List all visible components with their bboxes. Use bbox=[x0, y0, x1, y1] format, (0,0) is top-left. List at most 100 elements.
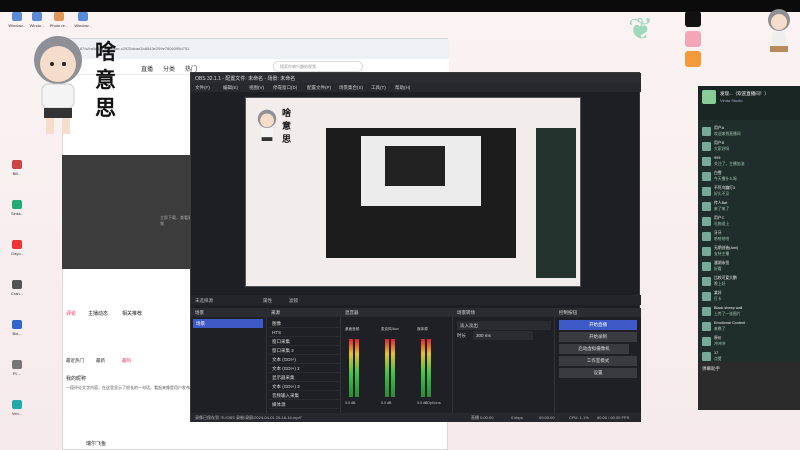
studio-mode-button[interactable]: 工作室模式 bbox=[559, 356, 637, 366]
chat-message: 999 关注了，主播加油 bbox=[702, 156, 798, 169]
dock-sources-title: 来源 bbox=[271, 310, 280, 315]
filters-button[interactable]: 滤镜 bbox=[289, 298, 298, 304]
mixer-db: 0.0 dB bbox=[381, 401, 392, 405]
nav-live[interactable]: 直播 bbox=[141, 64, 153, 73]
tab-comments[interactable]: 评论 bbox=[66, 310, 76, 317]
avatar bbox=[702, 172, 711, 181]
avatar bbox=[702, 292, 711, 301]
fps-readout: 60.00 / 60.00 FPS bbox=[597, 415, 630, 420]
scenes-dock: 场景 bbox=[191, 317, 267, 413]
menu-edit[interactable]: 编辑(E) bbox=[223, 85, 238, 91]
mixer-channel: 媒体源 0.0 dB bbox=[417, 327, 441, 409]
live-time: 直播 0:00:00 bbox=[471, 415, 494, 420]
app-icon[interactable] bbox=[685, 31, 701, 47]
source-item[interactable]: 文本 (GDI+) 3 bbox=[269, 382, 339, 391]
desktop-icon[interactable]: Bol... bbox=[0, 320, 34, 348]
nav-category[interactable]: 分类 bbox=[163, 64, 175, 73]
tab-related[interactable]: 相关推荐 bbox=[122, 310, 142, 317]
app-icon[interactable] bbox=[685, 51, 701, 67]
volume-meter bbox=[391, 339, 395, 397]
app-icon bbox=[32, 12, 42, 21]
chat-message: 白雪 今天播什么呀 bbox=[702, 171, 798, 184]
avatar bbox=[702, 247, 711, 256]
bottom-username[interactable]: 瑞尔飞鱼 bbox=[86, 440, 106, 447]
volume-meter bbox=[427, 339, 431, 397]
menu-tools[interactable]: 工具(T) bbox=[371, 85, 386, 91]
properties-button[interactable]: 属性 bbox=[263, 298, 272, 304]
scene-item[interactable]: 场景 bbox=[193, 319, 263, 328]
mixer-db: 0.0 dB bbox=[345, 401, 356, 405]
app-icon bbox=[12, 400, 22, 409]
start-streaming-button[interactable]: 开始直播 bbox=[559, 320, 637, 330]
source-item[interactable]: 窗口采集 bbox=[269, 337, 339, 346]
search-input[interactable]: 搜索你感兴趣的视频 bbox=[273, 61, 363, 72]
menu-file[interactable]: 文件(F) bbox=[195, 85, 210, 91]
chat-message: Emotional Content 来晚了 bbox=[702, 321, 798, 334]
chat-message: Black sheep wall 上传了一张图片 bbox=[702, 306, 798, 319]
desktop-icon[interactable]: Cran... bbox=[0, 280, 34, 308]
desktop-icon[interactable]: PL... bbox=[0, 360, 34, 388]
chat-message: 牙牙 哈哈哈哈 bbox=[702, 231, 798, 244]
menu-docks[interactable]: 停靠窗口(D) bbox=[273, 85, 297, 91]
chat-message: 传人Bat 来了来了 bbox=[702, 201, 798, 214]
chat-message: 用户A 欢迎来到直播间 bbox=[702, 126, 798, 139]
app-icon bbox=[78, 12, 88, 21]
recording-path: 录像已保存到 "E:/OBS 录制/录屏/2024-04-01 20-16-14… bbox=[195, 415, 303, 420]
chat-header: 发现...（欢迎直播间！） Vinda Studio bbox=[698, 86, 800, 120]
source-item[interactable]: HTS bbox=[269, 328, 339, 337]
source-item[interactable]: 文本 (GDI+) bbox=[269, 355, 339, 364]
source-item[interactable]: 文本 (GDI+) 2 bbox=[269, 364, 339, 373]
sort-recent[interactable]: 最近热门 bbox=[66, 358, 84, 364]
avatar bbox=[702, 142, 711, 151]
app-icon bbox=[12, 160, 22, 169]
chat-message: 无期创造(Ami) 支持主播 bbox=[702, 246, 798, 259]
obs-titlebar: OBS 32.1.1 - 配置文件: 未命名 - 场景: 未命名 bbox=[191, 73, 641, 83]
sort-new[interactable]: 最新 bbox=[96, 358, 105, 364]
desktop-icon[interactable]: Sinks.. bbox=[0, 200, 34, 228]
volume-meter bbox=[349, 339, 353, 397]
avatar bbox=[702, 202, 711, 211]
tiktok-icon[interactable] bbox=[685, 11, 701, 27]
source-item[interactable]: 音频输入采集 bbox=[269, 391, 339, 400]
desktop-icon[interactable]: Dayo.. bbox=[0, 240, 34, 268]
sort-hot[interactable]: 最热 bbox=[122, 358, 131, 364]
source-item[interactable]: 显示器采集 bbox=[269, 373, 339, 382]
avatar bbox=[702, 352, 711, 361]
app-icon bbox=[12, 280, 22, 289]
pinned-apps bbox=[683, 11, 703, 71]
mixer-channel: 桌面音频 0.0 dB bbox=[345, 327, 369, 409]
desktop-icon[interactable]: Ven... bbox=[0, 400, 34, 428]
dock-headers: 场景 来源 混音器 场景转场 控制按钮 bbox=[191, 308, 641, 317]
menu-profile[interactable]: 配置文件(P) bbox=[307, 85, 331, 91]
dock-scenes-title: 场景 bbox=[195, 310, 204, 315]
video-player[interactable]: 立即下载，查看更多视频 bbox=[62, 155, 200, 269]
duration-input[interactable]: 300 ms bbox=[473, 331, 533, 340]
menu-view[interactable]: 视图(V) bbox=[249, 85, 264, 91]
virtual-camera-button[interactable]: 启动虚拟摄像机 bbox=[559, 344, 629, 354]
chat-message: 不死鸟蹦打3 好久不见 bbox=[702, 186, 798, 199]
chat-message: 原价 冲冲冲 bbox=[702, 336, 798, 349]
danmaku-panel: 弹幕助手 bbox=[698, 362, 800, 410]
sticker-girl bbox=[768, 9, 790, 52]
options-button[interactable]: Options bbox=[427, 400, 441, 405]
avatar bbox=[702, 217, 711, 226]
source-item[interactable]: 图像 bbox=[269, 319, 339, 328]
transition-select[interactable]: 淡入淡出 bbox=[457, 321, 551, 330]
mixer-db: 0.0 dB bbox=[417, 401, 428, 405]
chat-message: 潘湖永恒 好看 bbox=[702, 261, 798, 274]
start-recording-button[interactable]: 开始录制 bbox=[559, 332, 637, 342]
volume-meter bbox=[385, 339, 389, 397]
tab-dynamics[interactable]: 主播动态 bbox=[88, 310, 108, 317]
desktop-icon[interactable]: Bill... bbox=[0, 160, 34, 188]
menu-scene-collection[interactable]: 场景集合(S) bbox=[339, 85, 363, 91]
app-icon bbox=[12, 240, 22, 249]
source-item[interactable]: 窗口采集 2 bbox=[269, 346, 339, 355]
settings-button[interactable]: 设置 bbox=[559, 368, 637, 378]
source-item[interactable]: 媒体源 bbox=[269, 400, 339, 409]
mixer-dock: 桌面音频 0.0 dB 麦克风/Aux 0.0 dB 媒体源 0.0 dB bbox=[341, 317, 453, 413]
bitrate: 0 kbps bbox=[511, 415, 523, 420]
menu-help[interactable]: 帮助(H) bbox=[395, 85, 410, 91]
obs-preview[interactable]: 啥 意 思 bbox=[245, 97, 581, 287]
sources-dock: 图像 HTS 窗口采集 窗口采集 2 文本 (GDI+) 文本 (GDI+) 2… bbox=[267, 317, 341, 413]
obs-window: OBS 32.1.1 - 配置文件: 未命名 - 场景: 未命名 文件(F) 编… bbox=[190, 72, 641, 422]
